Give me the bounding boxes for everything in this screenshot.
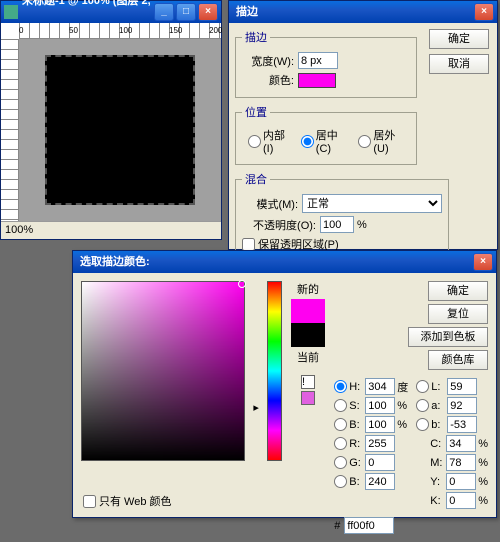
color-preview [291, 299, 325, 347]
group-label: 混合 [242, 171, 270, 187]
ruler-mark: 200 [209, 26, 222, 35]
s-radio[interactable] [334, 399, 347, 412]
close-button[interactable]: × [198, 3, 218, 21]
hue-slider-icon: ▸ [253, 401, 259, 414]
app-icon [4, 5, 18, 19]
color-picker-dialog: 选取描边颜色: × ▸ 新的 当前 ! 确定 复位 添加到色板 颜色库 [72, 250, 497, 518]
b-input[interactable] [365, 416, 395, 433]
close-button[interactable]: × [474, 3, 494, 21]
percent-label: % [357, 219, 367, 231]
mode-select[interactable]: 正常 [302, 194, 442, 213]
group-label: 描边 [242, 29, 270, 45]
ok-button[interactable]: 确定 [429, 29, 489, 49]
zoom-level: 100% [5, 224, 33, 236]
a-radio[interactable] [416, 399, 429, 412]
status-bar: 100% [1, 221, 221, 239]
position-inside-radio[interactable] [248, 135, 261, 148]
picker-cursor-icon [238, 280, 246, 288]
ruler-mark: 0 [19, 26, 23, 35]
ruler-mark: 150 [169, 26, 182, 35]
current-label: 当前 [297, 349, 319, 365]
r-radio[interactable] [334, 437, 347, 450]
add-swatch-button[interactable]: 添加到色板 [408, 327, 488, 347]
l-input[interactable] [447, 378, 477, 395]
web-only-label: 只有 Web 颜色 [99, 493, 172, 509]
lab-b-input[interactable] [447, 416, 477, 433]
hex-input[interactable] [344, 517, 394, 534]
close-button[interactable]: × [473, 253, 493, 271]
opacity-label: 不透明度(O): [242, 217, 320, 233]
value-grid: H:度 L: S:% a: B:% b: R: C:% G: M:% B: Y:… [334, 377, 488, 510]
position-outside-radio[interactable] [358, 135, 371, 148]
mode-label: 模式(M): [242, 196, 302, 212]
current-color-swatch [291, 323, 325, 347]
c-input[interactable] [446, 435, 476, 452]
new-label: 新的 [297, 281, 319, 297]
picker-title: 选取描边颜色: [76, 251, 471, 273]
hex-prefix: # [334, 520, 340, 532]
canvas-selection[interactable] [45, 55, 195, 205]
canvas-area[interactable] [19, 39, 221, 221]
document-titlebar[interactable]: 未标题-1 @ 100% (图层 2, ... _ □ × [1, 1, 221, 23]
preview-column: 新的 当前 ! [290, 281, 327, 534]
stroke-titlebar[interactable]: 描边 × [229, 1, 497, 23]
maximize-button[interactable]: □ [176, 3, 196, 21]
h-radio[interactable] [334, 380, 347, 393]
a-input[interactable] [447, 397, 477, 414]
l-radio[interactable] [416, 380, 429, 393]
ruler-mark: 50 [69, 26, 78, 35]
bl-input[interactable] [365, 473, 395, 490]
hue-slider[interactable] [267, 281, 282, 461]
prev-swatch[interactable] [301, 391, 315, 405]
stroke-group: 描边 宽度(W): 颜色: [235, 29, 417, 98]
radio-label: 居中(C) [316, 127, 353, 155]
y-input[interactable] [446, 473, 476, 490]
position-center-radio[interactable] [301, 135, 314, 148]
ruler-horizontal: 0 50 100 150 200 [19, 23, 221, 39]
width-label: 宽度(W): [242, 53, 298, 69]
web-only-checkbox[interactable] [83, 495, 96, 508]
s-input[interactable] [365, 397, 395, 414]
saturation-value-field[interactable] [81, 281, 245, 461]
warning-icon[interactable]: ! [301, 375, 315, 389]
blend-group: 混合 模式(M): 正常 不透明度(O): % 保留透明区域(P) [235, 171, 449, 262]
r-input[interactable] [365, 435, 395, 452]
picker-titlebar[interactable]: 选取描边颜色: × [73, 251, 496, 273]
color-swatch[interactable] [298, 73, 336, 88]
opacity-input[interactable] [320, 216, 354, 233]
position-group: 位置 内部(I) 居中(C) 居外(U) [235, 104, 417, 165]
ruler-mark: 100 [119, 26, 132, 35]
lab-b-radio[interactable] [416, 418, 429, 431]
stroke-dialog: 描边 × 确定 取消 描边 宽度(W): 颜色: 位置 内部(I) 居中(C) … [228, 0, 498, 250]
ok-button[interactable]: 确定 [428, 281, 488, 301]
ruler-vertical [1, 39, 19, 221]
k-input[interactable] [446, 492, 476, 509]
new-color-swatch [291, 299, 325, 323]
group-label: 位置 [242, 104, 270, 120]
b-radio[interactable] [334, 418, 347, 431]
g-radio[interactable] [334, 456, 347, 469]
minimize-button[interactable]: _ [154, 3, 174, 21]
g-input[interactable] [365, 454, 395, 471]
radio-label: 内部(I) [263, 127, 295, 155]
stroke-title: 描边 [232, 1, 472, 23]
reset-button[interactable]: 复位 [428, 304, 488, 324]
cancel-button[interactable]: 取消 [429, 54, 489, 74]
document-window: 未标题-1 @ 100% (图层 2, ... _ □ × 0 50 100 1… [0, 0, 222, 240]
h-input[interactable] [365, 378, 395, 395]
stroke-buttons: 确定 取消 [429, 29, 489, 74]
preserve-checkbox[interactable] [242, 238, 255, 251]
m-input[interactable] [446, 454, 476, 471]
width-input[interactable] [298, 52, 338, 69]
bl-radio[interactable] [334, 475, 347, 488]
radio-label: 居外(U) [373, 127, 410, 155]
color-label: 颜色: [242, 72, 298, 88]
color-lib-button[interactable]: 颜色库 [428, 350, 488, 370]
